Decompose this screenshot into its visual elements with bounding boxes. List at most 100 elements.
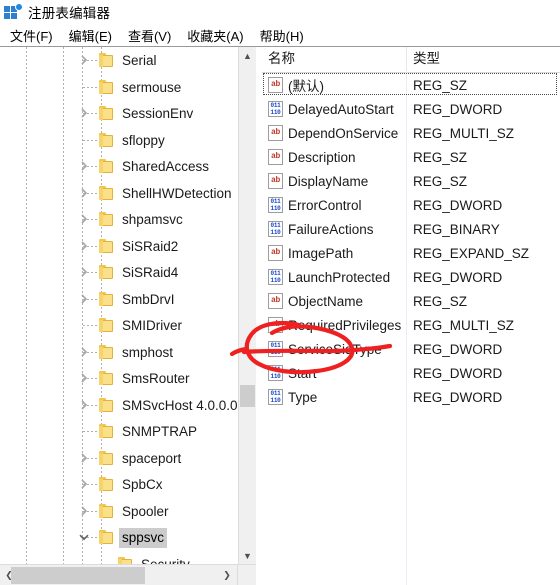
value-row[interactable]: 011 110 ServiceSidType REG_DWORD [262, 337, 560, 361]
tree-item-snmptrap[interactable]: SNMPTRAP [0, 418, 238, 445]
scroll-up-arrow-icon[interactable]: ▲ [239, 47, 256, 65]
value-row[interactable]: ab (默认) REG_SZ [262, 73, 560, 97]
column-header-type[interactable]: 类型 [406, 47, 560, 71]
value-row[interactable]: ab DisplayName REG_SZ [262, 169, 560, 193]
value-name: DependOnService [288, 125, 399, 141]
tree-item-serial[interactable]: Serial [0, 47, 238, 74]
folder-icon [99, 159, 115, 173]
tree-item-shpamsvc[interactable]: shpamsvc [0, 206, 238, 233]
chevron-right-icon[interactable] [77, 159, 91, 173]
tree-horizontal-scrollbar[interactable]: ❮ ❯ [0, 564, 256, 585]
value-row[interactable]: ab Description REG_SZ [262, 145, 560, 169]
chevron-right-icon[interactable] [77, 504, 91, 518]
menu-bar: 文件(F) 编辑(E) 查看(V) 收藏夹(A) 帮助(H) [0, 24, 560, 46]
value-type: REG_DWORD [413, 389, 503, 405]
folder-icon [99, 185, 115, 200]
folder-icon [99, 371, 115, 385]
tree-item-smbdrvi[interactable]: SmbDrvI [0, 286, 238, 313]
tree-row-container: Serial sermouse SessionEnv sfloppy SharedAcc… [0, 47, 238, 565]
chevron-right-icon[interactable] [77, 398, 91, 412]
tree-item-smphost[interactable]: smphost [0, 339, 238, 366]
value-type: REG_BINARY [413, 221, 500, 237]
value-row[interactable]: 011 110 LaunchProtected REG_DWORD [262, 265, 560, 289]
value-type: REG_DWORD [413, 101, 503, 117]
value-row[interactable]: 011 110 Start REG_DWORD [262, 361, 560, 385]
folder-icon [99, 397, 115, 412]
chevron-right-icon[interactable] [77, 53, 91, 67]
chevron-right-icon[interactable] [77, 265, 91, 279]
value-type: REG_DWORD [413, 269, 503, 285]
value-type: REG_MULTI_SZ [413, 317, 515, 333]
tree-connector [83, 431, 99, 432]
scroll-down-arrow-icon[interactable]: ▼ [239, 547, 256, 565]
folder-icon [99, 344, 115, 359]
tree-item-label: SmsRouter [122, 371, 190, 386]
chevron-right-icon[interactable] [77, 292, 91, 306]
value-type: REG_SZ [413, 77, 468, 93]
string-value-icon: ab [268, 245, 283, 261]
value-name: ServiceSidType [288, 341, 382, 357]
value-row[interactable]: ab RequiredPrivileges REG_MULTI_SZ [262, 313, 560, 337]
chevron-right-icon[interactable] [77, 345, 91, 359]
tree-item-smidriver[interactable]: SMIDriver [0, 312, 238, 339]
chevron-right-icon[interactable] [77, 106, 91, 120]
tree-item-label: Serial [122, 53, 157, 68]
tree-item-sfloppy[interactable]: sfloppy [0, 127, 238, 154]
value-row[interactable]: 011 110 DelayedAutoStart REG_DWORD [262, 97, 560, 121]
tree-item-sppsvc[interactable]: sppsvc [0, 524, 238, 551]
menu-help[interactable]: 帮助(H) [252, 24, 312, 47]
binary-value-icon: 011 110 [268, 269, 283, 285]
value-row[interactable]: ab DependOnService REG_MULTI_SZ [262, 121, 560, 145]
tree-item-spaceport[interactable]: spaceport [0, 445, 238, 472]
chevron-right-icon[interactable] [77, 451, 91, 465]
menu-favorites[interactable]: 收藏夹(A) [179, 24, 251, 47]
binary-value-icon: 011 110 [268, 389, 283, 405]
menu-view[interactable]: 查看(V) [120, 24, 179, 47]
value-name: ErrorControl [288, 197, 362, 213]
folder-icon [99, 450, 115, 465]
tree-item-sharedaccess[interactable]: SharedAccess [0, 153, 238, 180]
chevron-right-icon[interactable] [77, 212, 91, 226]
value-row[interactable]: ab ObjectName REG_SZ [262, 289, 560, 313]
chevron-right-icon[interactable] [77, 371, 91, 385]
value-row[interactable]: 011 110 FailureActions REG_BINARY [262, 217, 560, 241]
tree-item-spooler[interactable]: Spooler [0, 498, 238, 525]
folder-icon [99, 424, 115, 438]
folder-icon [99, 53, 115, 67]
tree-item-label: sppsvc [119, 528, 168, 548]
menu-file[interactable]: 文件(F) [2, 24, 61, 47]
tree-item-smsvchost-4-0-0-0[interactable]: SMSvcHost 4.0.0.0 [0, 392, 238, 419]
registry-tree[interactable]: Serial sermouse SessionEnv sfloppy SharedAcc… [0, 47, 238, 565]
value-name: Description [288, 149, 356, 165]
tree-horizontal-scroll-thumb[interactable] [11, 567, 145, 584]
scroll-right-arrow-icon[interactable]: ❯ [218, 566, 236, 585]
tree-item-security[interactable]: Security [0, 551, 238, 565]
tree-vertical-scrollbar[interactable]: ▲ ▼ [238, 47, 256, 565]
tree-item-sisraid2[interactable]: SiSRaid2 [0, 233, 238, 260]
chevron-right-icon[interactable] [77, 239, 91, 253]
tree-vertical-scroll-thumb[interactable] [240, 385, 255, 407]
tree-item-sisraid4[interactable]: SiSRaid4 [0, 259, 238, 286]
folder-icon [99, 79, 115, 94]
chevron-down-icon[interactable] [77, 530, 91, 544]
tree-item-smsrouter[interactable]: SmsRouter [0, 365, 238, 392]
folder-icon [99, 132, 115, 147]
tree-item-sermouse[interactable]: sermouse [0, 74, 238, 101]
chevron-right-icon[interactable] [77, 477, 91, 491]
tree-item-label: SmbDrvI [122, 291, 175, 307]
tree-item-sessionenv[interactable]: SessionEnv [0, 100, 238, 127]
value-list[interactable]: ab (默认) REG_SZ 011 110 DelayedAutoStart REG_DW… [262, 73, 560, 409]
tree-item-label: Spooler [122, 503, 169, 519]
column-header-name[interactable]: 名称 [262, 47, 406, 71]
tree-item-shellhwdetection[interactable]: ShellHWDetection [0, 180, 238, 207]
tree-item-spbcx[interactable]: SpbCx [0, 471, 238, 498]
menu-edit[interactable]: 编辑(E) [61, 24, 120, 47]
value-row[interactable]: 011 110 Type REG_DWORD [262, 385, 560, 409]
tree-item-label: shpamsvc [122, 212, 183, 227]
value-row[interactable]: 011 110 ErrorControl REG_DWORD [262, 193, 560, 217]
tree-item-label: SMSvcHost 4.0.0.0 [122, 397, 238, 413]
tree-item-label: SNMPTRAP [122, 424, 198, 439]
registry-editor-icon [4, 4, 22, 20]
chevron-right-icon[interactable] [77, 186, 91, 200]
value-row[interactable]: ab ImagePath REG_EXPAND_SZ [262, 241, 560, 265]
